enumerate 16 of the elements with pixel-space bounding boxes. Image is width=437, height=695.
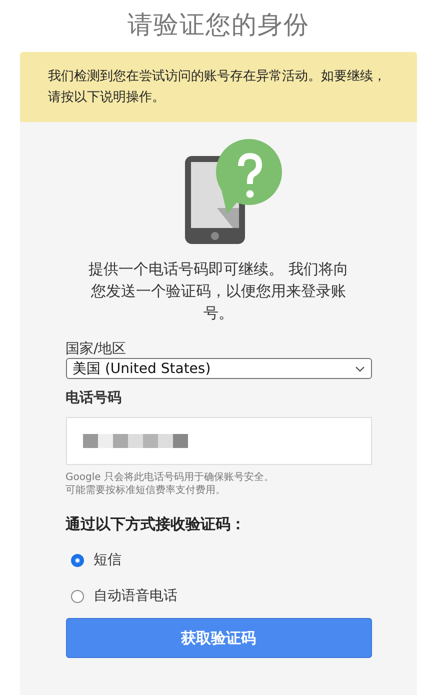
hint-text: 可能需要按标准短信费率支付费用。 bbox=[66, 484, 226, 497]
phone-question-icon bbox=[182, 138, 282, 244]
phone-label: 电话号码 bbox=[66, 389, 122, 407]
radio-label: 自动语音电话 bbox=[94, 587, 178, 606]
radio-button[interactable] bbox=[70, 590, 84, 602]
radio-button[interactable] bbox=[70, 554, 84, 566]
chevron-down-icon bbox=[354, 366, 364, 372]
radio-label: 短信 bbox=[94, 551, 122, 570]
phone-input-field[interactable] bbox=[66, 417, 372, 465]
hint-text: Google 只会将此电话号码用于确保账号安全。 bbox=[66, 471, 275, 484]
page-title: 请验证您的身份 bbox=[126, 9, 310, 41]
intro-text: 提供一个电话号码即可继续。 我们将向您发送一个验证码，以便您用来登录账号。 bbox=[88, 259, 350, 324]
country-select[interactable]: 美国 (United States) bbox=[66, 358, 372, 379]
method-heading: 通过以下方式接收验证码： bbox=[66, 515, 246, 534]
country-label: 国家/地区 bbox=[66, 340, 128, 358]
warning-text: 我们检测到您在尝试访问的账号存在异常活动。如要继续，请按以下说明操作。 bbox=[48, 69, 386, 105]
